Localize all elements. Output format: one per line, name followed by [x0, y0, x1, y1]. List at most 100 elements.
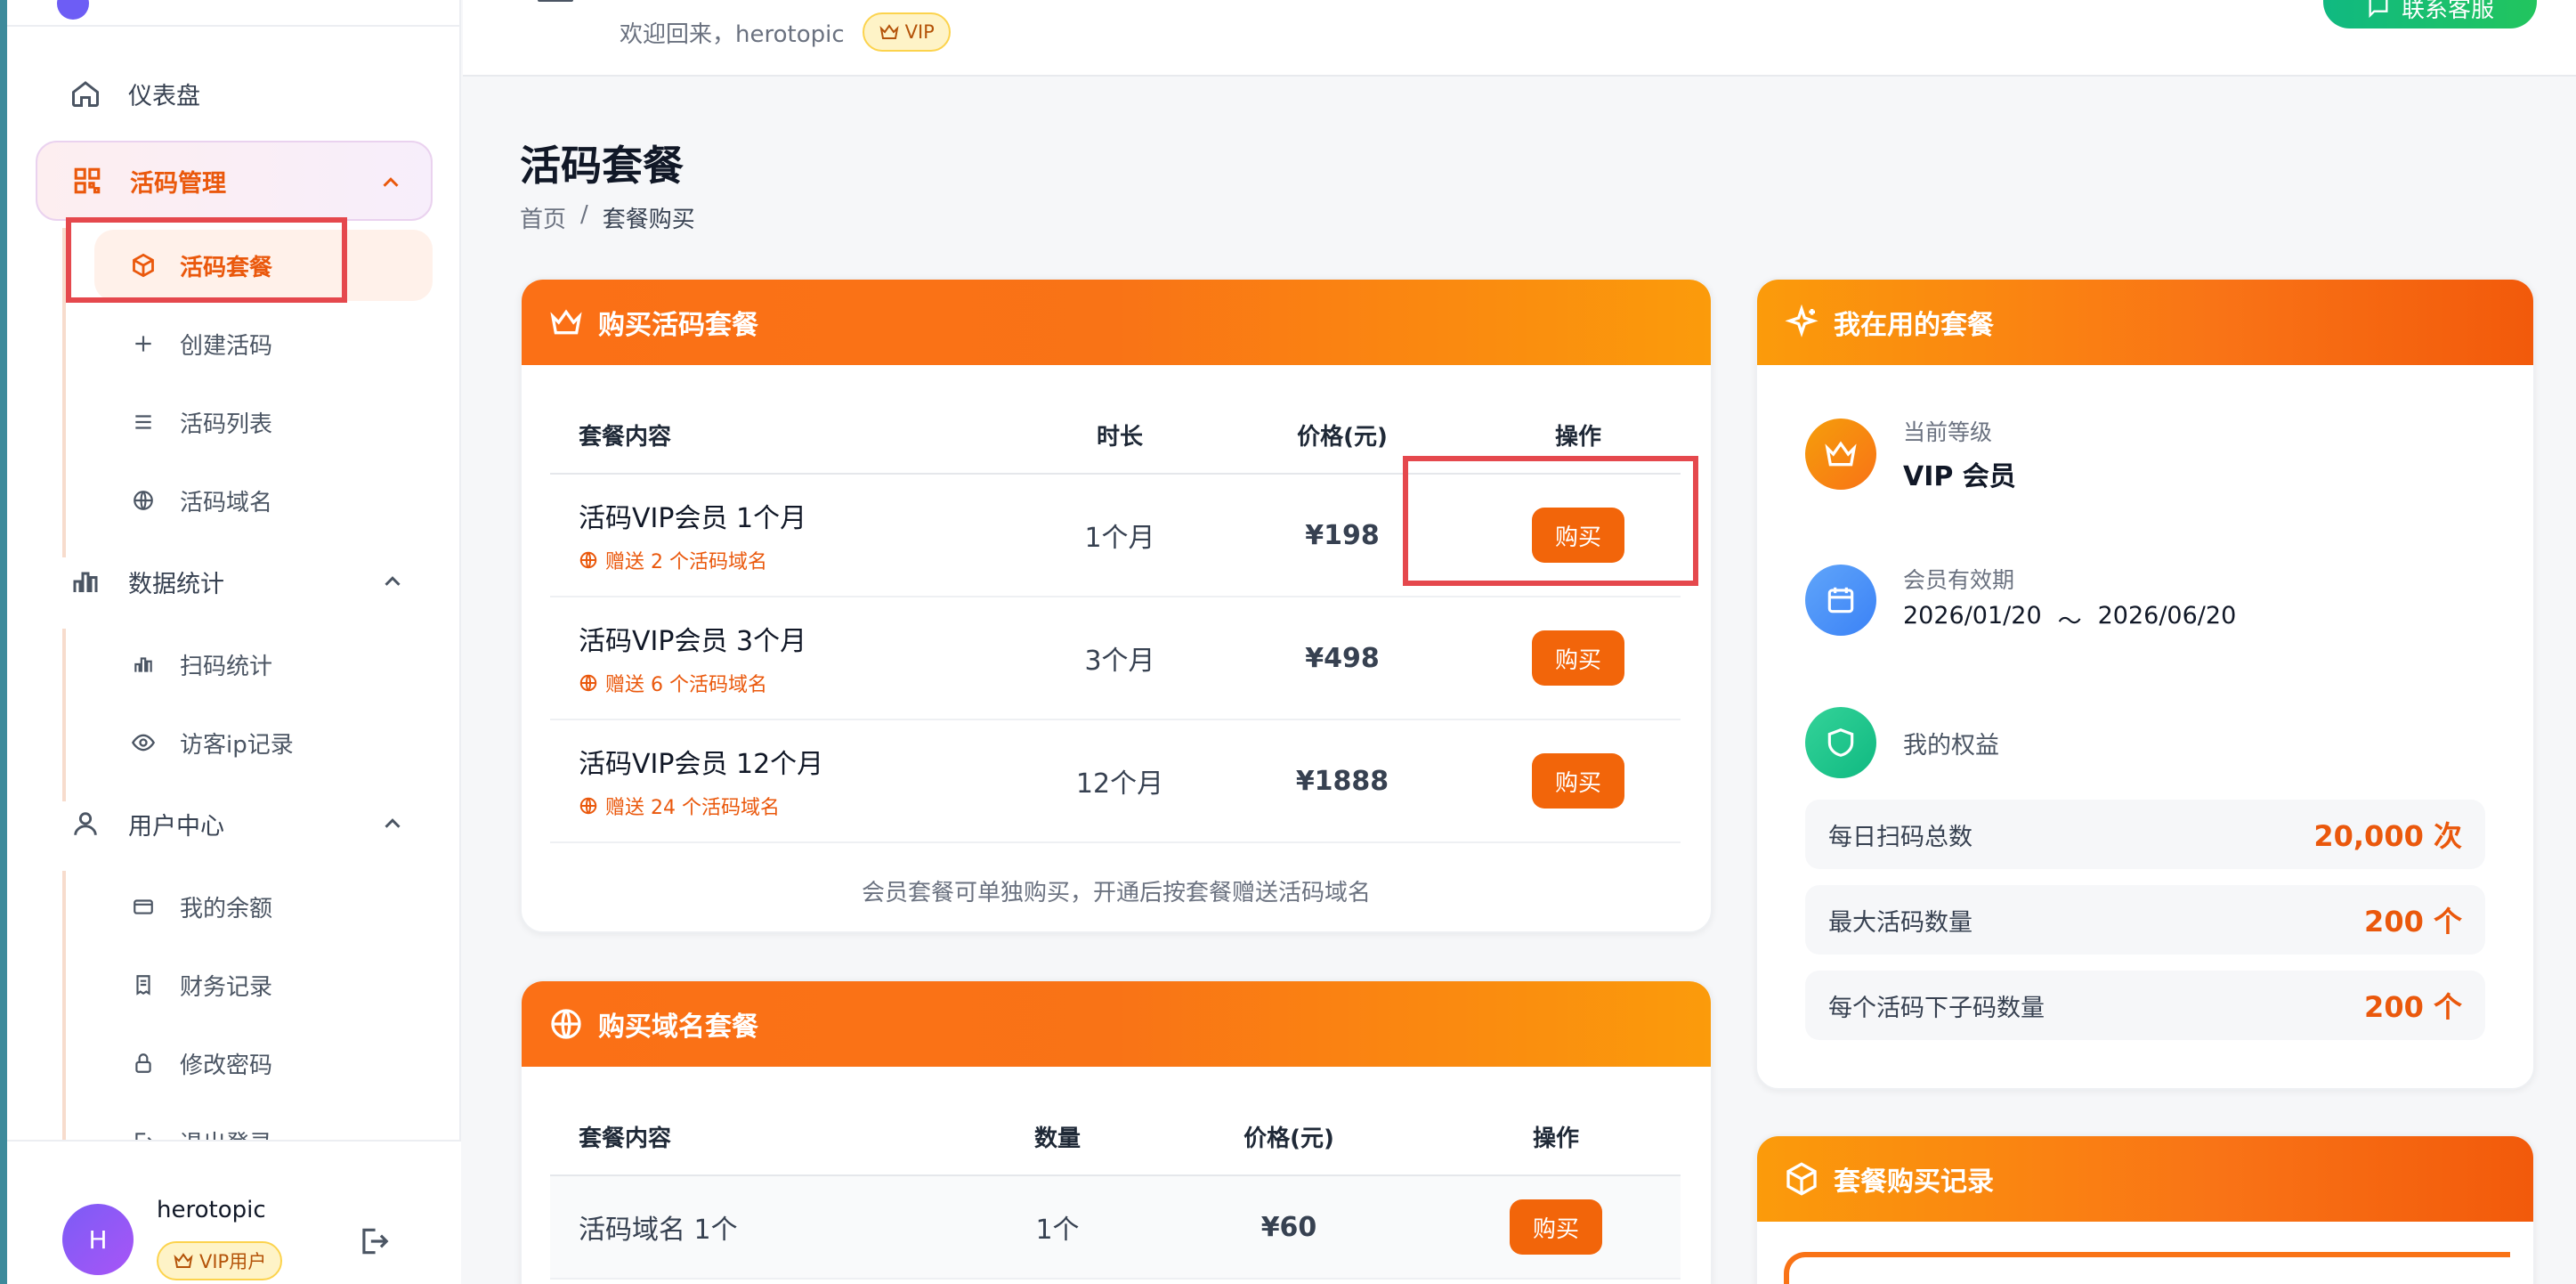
welcome-label: 欢迎回来，herotopic	[620, 20, 845, 48]
period-end: 2026/06/20	[2097, 602, 2237, 630]
sidebar-item-label: 活码域名	[180, 489, 273, 516]
benefit-value: 200 个	[2364, 990, 2462, 1024]
period-separator: ～	[2057, 608, 2082, 636]
chevron-up-icon	[383, 177, 399, 187]
logout-icon	[130, 1128, 157, 1140]
card-header: 购买域名套餐	[522, 981, 1711, 1067]
package-name: 活码域名 1个	[550, 1175, 968, 1280]
buy-button[interactable]: 购买	[1532, 630, 1624, 686]
membership-period: 会员有效期 2026/01/20 ～ 2026/06/20	[1805, 563, 2236, 637]
sidebar-item-logout[interactable]: 退出登录	[94, 1106, 433, 1140]
duration-cell: 3个月	[1031, 597, 1209, 720]
card-header: 购买活码套餐	[522, 280, 1711, 365]
breadcrumb-home[interactable]: 首页	[520, 201, 566, 234]
my-package-card: 我在用的套餐 当前等级 VIP 会员 会员有效期 2026/01/20 ～ 20…	[1755, 278, 2535, 1090]
gift-note: 赠送 2 个活码域名	[579, 546, 1031, 574]
chat-icon	[2369, 0, 2388, 19]
sidebar-item-change-password[interactable]: 修改密码	[94, 1028, 433, 1099]
wallet-icon	[130, 893, 157, 920]
menu-toggle-icon[interactable]	[538, 0, 573, 12]
benefit-row: 最大活码数量 200 个	[1805, 885, 2485, 955]
logo-icon	[57, 0, 89, 20]
top-header: 欢迎回来，herotopic VIP 联系客服	[463, 0, 2576, 77]
logout-icon	[362, 1228, 389, 1255]
sidebar-item-label: 修改密码	[180, 1052, 273, 1079]
my-benefits-heading: 我的权益	[1805, 707, 1999, 778]
receipt-icon	[130, 971, 157, 998]
benefit-label: 每个活码下子码数量	[1828, 994, 2045, 1022]
table-row: 活码VIP会员 3个月 赠送 6 个活码域名 3个月 ¥498 购买	[550, 597, 1681, 720]
contact-support-button[interactable]: 联系客服	[2323, 0, 2537, 28]
calendar-icon	[1805, 564, 1876, 636]
sidebar-item-code-list[interactable]: 活码列表	[94, 386, 433, 458]
card-header: 套餐购买记录	[1757, 1136, 2533, 1222]
buy-button[interactable]: 购买	[1510, 1199, 1602, 1255]
sidebar-item-label: 访客ip记录	[180, 731, 294, 759]
chevron-up-icon	[385, 818, 401, 828]
sidebar-item-code-domains[interactable]: 活码域名	[94, 465, 433, 536]
shield-icon	[1805, 707, 1876, 778]
domain-packages-table: 套餐内容 数量 价格(元) 操作 活码域名 1个 1个 ¥60 购买	[550, 1067, 1681, 1280]
benefit-value: 20,000 次	[2313, 819, 2462, 853]
breadcrumb-separator: /	[580, 201, 588, 228]
benefit-value: 200 个	[2364, 905, 2462, 939]
list-icon	[130, 409, 157, 435]
globe-icon	[579, 551, 597, 569]
highlight-box	[66, 217, 347, 303]
benefit-label: 最大活码数量	[1828, 908, 1973, 937]
crown-icon	[174, 1253, 193, 1268]
package-name: 活码VIP会员 3个月	[579, 626, 807, 657]
price-cell: ¥1888	[1209, 719, 1476, 843]
bar-chart-icon	[68, 564, 103, 599]
column-header: 时长	[1031, 365, 1209, 475]
sidebar-item-visitor-ip[interactable]: 访客ip记录	[94, 707, 433, 778]
sidebar-item-scan-stats[interactable]: 扫码统计	[94, 629, 433, 700]
vip-badge-label: VIP	[904, 21, 935, 43]
sidebar-item-label: 退出登录	[180, 1126, 272, 1141]
duration-cell: 12个月	[1031, 719, 1209, 843]
sidebar-item-finance[interactable]: 财务记录	[94, 949, 433, 1020]
gift-label: 赠送 6 个活码域名	[605, 674, 767, 696]
sidebar-item-label: 用户中心	[128, 812, 224, 841]
period-label: 会员有效期	[1903, 567, 2015, 593]
avatar[interactable]: H	[62, 1204, 134, 1275]
user-icon	[68, 806, 103, 841]
card-title: 我在用的套餐	[1834, 310, 1994, 341]
card-title: 购买域名套餐	[598, 1012, 758, 1043]
card-header: 我在用的套餐	[1757, 280, 2533, 365]
badge-label: VIP用户	[199, 1251, 267, 1272]
sidebar-item-create-code[interactable]: 创建活码	[94, 308, 433, 379]
sidebar-item-label: 财务记录	[180, 973, 273, 1001]
sidebar-item-dashboard[interactable]: 仪表盘	[36, 53, 433, 134]
sidebar-group-user-center[interactable]: 用户中心	[36, 784, 433, 864]
breadcrumb: 首页 / 套餐购买	[520, 201, 695, 234]
table-row: 活码VIP会员 12个月 赠送 24 个活码域名 12个月 ¥1888 购买	[550, 719, 1681, 843]
gift-label: 赠送 2 个活码域名	[605, 551, 767, 573]
record-item	[1784, 1252, 2510, 1284]
crown-icon	[879, 24, 899, 39]
gift-label: 赠送 24 个活码域名	[605, 797, 780, 819]
logout-button[interactable]	[354, 1222, 393, 1261]
highlight-box	[1403, 456, 1698, 586]
sidebar-group-stats[interactable]: 数据统计	[36, 541, 433, 622]
domain-packages-card: 购买域名套餐 套餐内容 数量 价格(元) 操作 活码域名 1个 1个 ¥60 购…	[520, 979, 1713, 1284]
sidebar-item-balance[interactable]: 我的余额	[94, 871, 433, 942]
code-packages-card: 购买活码套餐 套餐内容 时长 价格(元) 操作 活码VIP会员 1个月 赠送 2…	[520, 278, 1713, 933]
table-row: 活码域名 1个 1个 ¥60 购买	[550, 1175, 1681, 1280]
level-label: 当前等级	[1903, 419, 1993, 445]
plus-icon	[130, 330, 157, 357]
sidebar-group-code-mgmt[interactable]: 活码管理	[36, 141, 433, 221]
sidebar-item-label: 仪表盘	[128, 82, 200, 110]
price-cell: ¥60	[1146, 1175, 1431, 1280]
qrcode-icon	[69, 163, 105, 199]
sparkles-icon	[1785, 305, 1819, 337]
period-value: 2026/01/20 ～ 2026/06/20	[1903, 602, 2236, 637]
gift-note: 赠送 6 个活码域名	[579, 669, 1031, 697]
column-header: 套餐内容	[550, 365, 1031, 475]
chevron-up-icon	[385, 576, 401, 586]
period-start: 2026/01/20	[1903, 602, 2042, 630]
sidebar-item-label: 扫码统计	[180, 653, 273, 680]
column-header: 操作	[1431, 1067, 1681, 1176]
sidebar-nav: 仪表盘 活码管理 活码套餐 创建活码 活码列表 活码域名 数据统计 扫码统计 访…	[7, 27, 461, 1140]
buy-button[interactable]: 购买	[1532, 753, 1624, 809]
